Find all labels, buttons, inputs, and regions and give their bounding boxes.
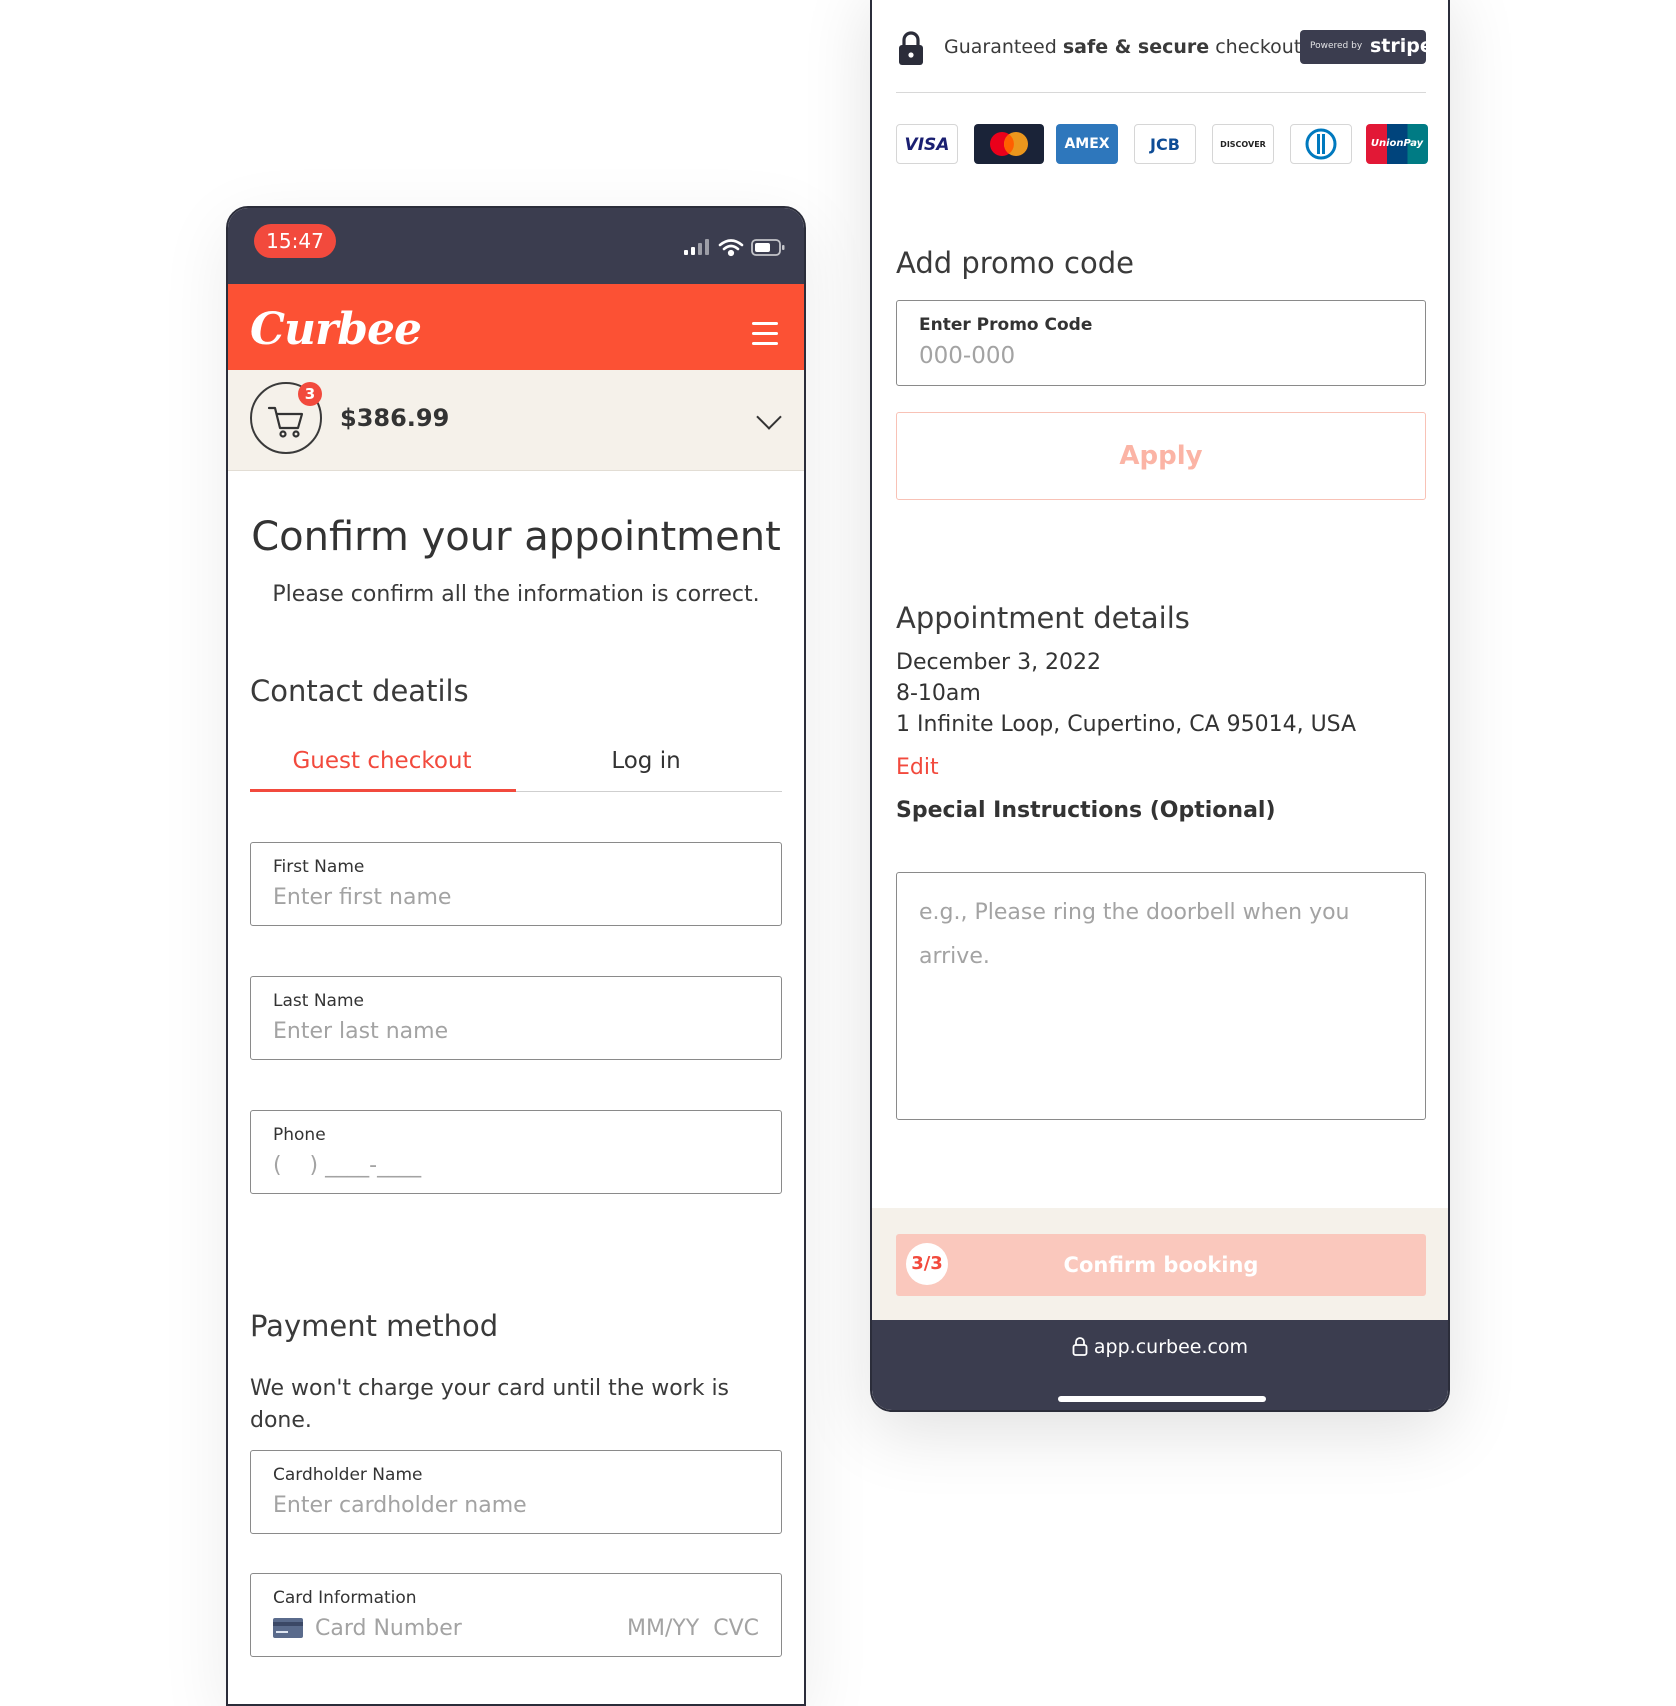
first-name-label: First Name [273,857,365,877]
hamburger-menu-icon[interactable] [752,322,778,352]
visa-logo: VISA [896,124,958,164]
amex-logo: AMEX [1056,124,1118,164]
phone-placeholder: ( ) ____-____ [273,1153,422,1178]
last-name-label: Last Name [273,991,364,1011]
edit-appointment-link[interactable]: Edit [896,755,939,780]
battery-icon [751,239,785,256]
right-phone-screen: Guaranteed safe & secure checkout Powere… [870,0,1450,1412]
appointment-time: 8-10am [896,681,981,706]
page-subtitle: Please confirm all the information is co… [272,582,760,607]
cardholder-label: Cardholder Name [273,1465,423,1485]
status-time: 15:47 [254,224,336,258]
cart-total: $386.99 [340,404,450,432]
contact-heading: Contact deatils [250,674,469,708]
jcb-logo: JCB [1134,124,1196,164]
tab-log-in[interactable]: Log in [514,748,778,774]
confirm-booking-label: Confirm booking [1063,1253,1259,1277]
first-name-placeholder: Enter first name [273,885,452,910]
apply-button[interactable]: Apply [896,412,1426,500]
card-information-field[interactable]: Card Information Card Number MM/YY CVC [250,1573,782,1657]
step-indicator: 3/3 [906,1243,948,1285]
promo-code-label: Enter Promo Code [919,315,1093,335]
card-info-label: Card Information [273,1588,417,1608]
expiry-cvc-placeholder: MM/YY CVC [626,1616,759,1641]
card-number-placeholder: Card Number [315,1616,462,1641]
credit-card-icon [273,1618,303,1638]
page-title: Confirm your appointment [251,514,781,560]
status-icons [684,239,785,257]
special-instructions-label: Special Instructions (Optional) [896,798,1276,823]
promo-code-field[interactable]: Enter Promo Code 000-000 [896,300,1426,386]
mastercard-logo [974,124,1044,164]
cardholder-name-field[interactable]: Cardholder Name Enter cardholder name [250,1450,782,1534]
payment-heading: Payment method [250,1309,499,1343]
cart-count-badge: 3 [298,382,322,406]
tab-active-indicator [250,789,516,792]
secure-checkout-text: Guaranteed safe & secure checkout [944,36,1302,58]
phone-field[interactable]: Phone ( ) ____-____ [250,1110,782,1194]
powered-by-stripe-badge: Powered by stripe [1300,30,1433,64]
instructions-placeholder: e.g., Please ring the doorbell when you … [919,900,1350,969]
phone-label: Phone [273,1125,326,1145]
url-text: app.curbee.com [1093,1336,1249,1358]
first-name-field[interactable]: First Name Enter first name [250,842,782,926]
promo-heading: Add promo code [896,246,1134,280]
payment-note: We won't charge your card until the work… [250,1376,730,1433]
unionpay-logo: UnionPay [1366,124,1428,164]
cardholder-placeholder: Enter cardholder name [273,1493,527,1518]
diners-club-logo [1290,124,1352,164]
special-instructions-textarea[interactable]: e.g., Please ring the doorbell when you … [896,872,1426,1120]
left-phone-screen: 15:47 Curbee 3 $386.99 Confirm your appo… [226,206,806,1706]
tab-guest-checkout[interactable]: Guest checkout [250,748,514,774]
appointment-heading: Appointment details [896,601,1190,635]
url-bar[interactable]: app.curbee.com [872,1336,1448,1358]
lock-icon [1072,1337,1088,1356]
divider [896,92,1426,93]
wifi-icon [718,239,744,257]
promo-code-placeholder: 000-000 [919,343,1016,369]
last-name-field[interactable]: Last Name Enter last name [250,976,782,1060]
appointment-date: December 3, 2022 [896,650,1102,675]
signal-icon [684,239,709,255]
brand-logo[interactable]: Curbee [250,304,422,355]
appointment-address: 1 Infinite Loop, Cupertino, CA 95014, US… [896,712,1357,737]
last-name-placeholder: Enter last name [273,1019,449,1044]
lock-icon [899,31,923,65]
discover-logo: DISCOVER [1212,124,1274,164]
home-indicator[interactable] [1058,1396,1266,1402]
